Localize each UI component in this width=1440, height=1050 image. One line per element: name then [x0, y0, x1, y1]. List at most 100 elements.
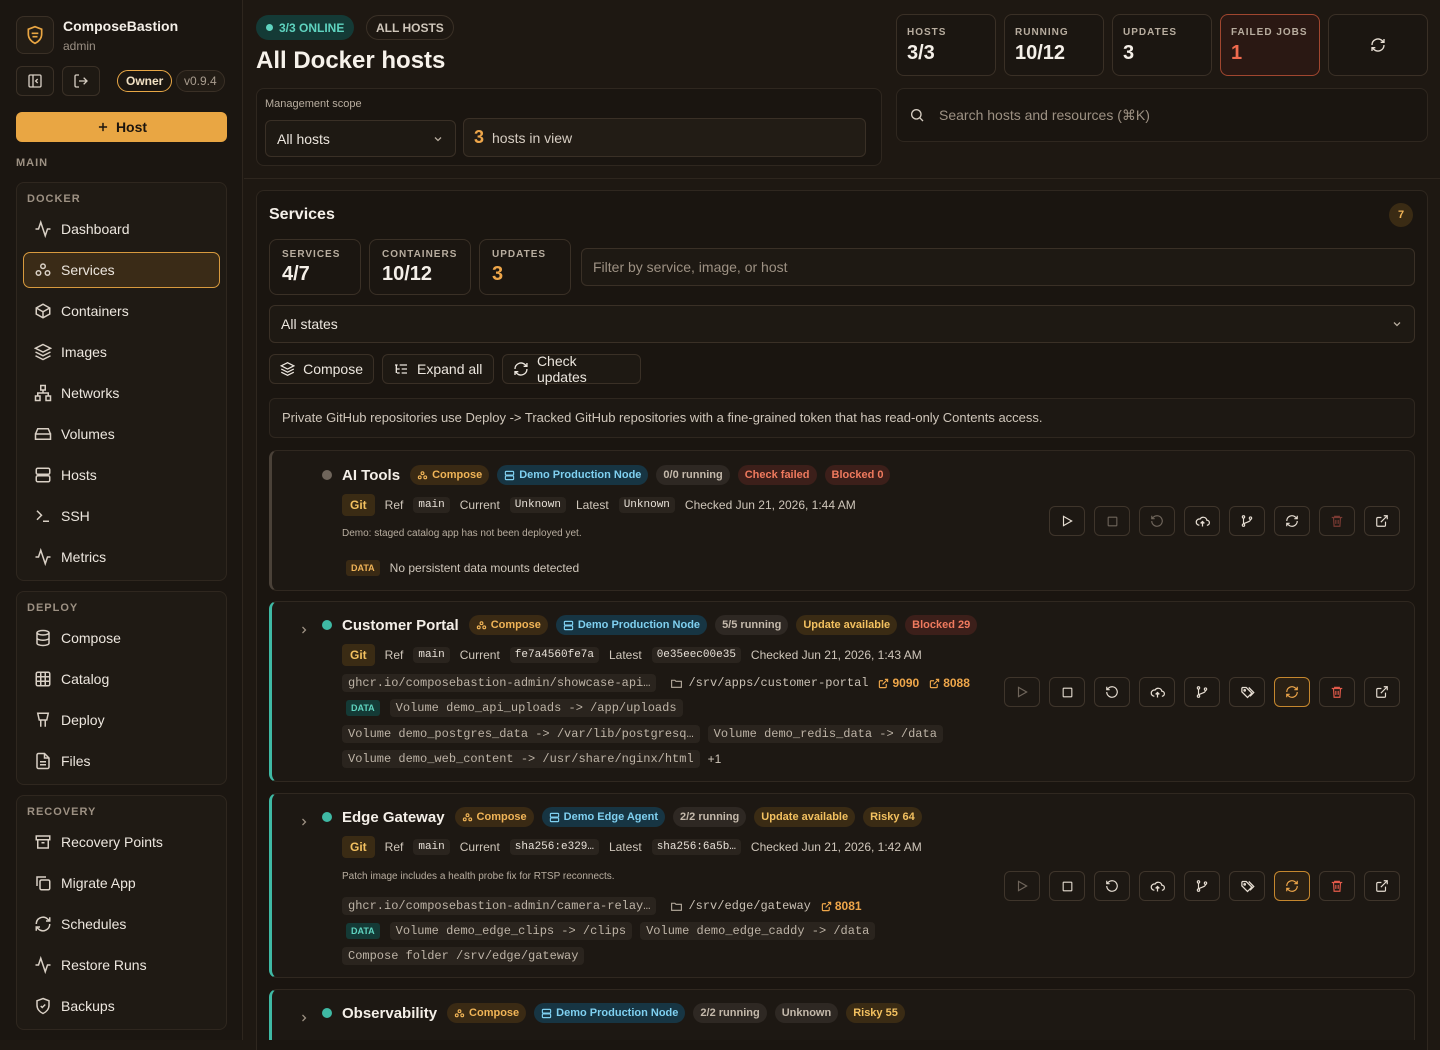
compose-button-label: Compose — [303, 361, 363, 377]
online-dot-icon — [266, 24, 273, 31]
play-icon — [1017, 880, 1028, 892]
restart-button[interactable] — [1094, 871, 1130, 901]
chevron-right-icon[interactable] — [298, 1012, 310, 1024]
check-updates-button[interactable]: Check updates — [502, 353, 641, 385]
deploy-button[interactable] — [1139, 677, 1175, 707]
nav-item-files[interactable]: Files — [23, 743, 220, 779]
nav-item-deploy[interactable]: Deploy — [23, 702, 220, 738]
service-card-customer-portal: Customer Portal Compose Demo Production … — [269, 601, 1415, 782]
start-button[interactable] — [1049, 506, 1085, 536]
update-button[interactable] — [1274, 677, 1310, 707]
brand: ComposeBastion admin — [16, 16, 178, 54]
nav-item-label: Backups — [61, 998, 115, 1014]
delete-button[interactable] — [1319, 506, 1355, 536]
nav-item-services[interactable]: Services — [23, 252, 220, 288]
data-tag: DATA — [346, 923, 380, 939]
nav-item-migrate-app[interactable]: Migrate App — [23, 865, 220, 901]
service-name[interactable]: Observability — [342, 1005, 437, 1022]
deploy-icon — [36, 712, 50, 727]
latest-label: Latest — [576, 498, 609, 512]
branch-button[interactable] — [1184, 871, 1220, 901]
chevron-right-icon[interactable] — [298, 816, 310, 828]
port-link[interactable]: 8081 — [821, 899, 862, 913]
nav-item-hosts[interactable]: Hosts — [23, 457, 220, 493]
tags-button[interactable] — [1229, 677, 1265, 707]
start-button[interactable] — [1004, 871, 1040, 901]
compose-path: /srv/edge/gateway — [688, 899, 811, 913]
nav-item-images[interactable]: Images — [23, 334, 220, 370]
nav-item-metrics[interactable]: Metrics — [23, 539, 220, 575]
scope-select[interactable]: All hosts — [265, 120, 456, 157]
service-actions — [1004, 871, 1400, 901]
ref-value: main — [413, 647, 450, 663]
nav-item-dashboard[interactable]: Dashboard — [23, 211, 220, 247]
delete-button[interactable] — [1319, 871, 1355, 901]
box-icon — [35, 303, 51, 319]
collapse-sidebar-button[interactable] — [16, 66, 54, 96]
nav-item-compose[interactable]: Compose — [23, 620, 220, 656]
expand-all-button[interactable]: Expand all — [382, 354, 494, 384]
node-tag[interactable]: Demo Production Node — [497, 465, 649, 485]
file-icon — [36, 752, 50, 770]
nav-item-recovery-points[interactable]: Recovery Points — [23, 824, 220, 860]
port-link[interactable]: 9090 — [878, 676, 919, 690]
check-updates-label: Check updates — [536, 353, 587, 385]
external-link-icon — [1376, 515, 1388, 527]
open-button[interactable] — [1364, 871, 1400, 901]
chevron-right-icon[interactable] — [298, 624, 310, 636]
restart-button[interactable] — [1139, 506, 1175, 536]
add-host-button[interactable]: Host — [16, 112, 227, 142]
chevron-down-icon — [434, 136, 442, 141]
stat-label: RUNNING — [1015, 27, 1069, 38]
stop-button[interactable] — [1049, 871, 1085, 901]
node-tag[interactable]: Demo Production Node — [534, 1003, 686, 1023]
port-link[interactable]: 8088 — [929, 676, 970, 690]
refresh-button[interactable] — [1328, 14, 1428, 76]
nav-item-backups[interactable]: Backups — [23, 988, 220, 1024]
delete-button[interactable] — [1319, 677, 1355, 707]
stop-button[interactable] — [1049, 677, 1085, 707]
nav-group-title: DOCKER — [27, 193, 81, 205]
logout-button[interactable] — [62, 66, 100, 96]
start-button[interactable] — [1004, 677, 1040, 707]
service-name[interactable]: AI Tools — [342, 467, 400, 484]
refresh-icon — [514, 362, 528, 376]
nav-item-label: Restore Runs — [61, 957, 147, 973]
state-select[interactable]: All states — [269, 305, 1415, 343]
restart-button[interactable] — [1094, 677, 1130, 707]
service-name[interactable]: Edge Gateway — [342, 809, 445, 826]
nav-item-volumes[interactable]: Volumes — [23, 416, 220, 452]
branch-button[interactable] — [1229, 506, 1265, 536]
compose-button[interactable]: Compose — [269, 354, 374, 384]
latest-value: sha256:6a5b… — [651, 839, 741, 855]
nav-item-catalog[interactable]: Catalog — [23, 661, 220, 697]
nav-item-label: Migrate App — [61, 875, 136, 891]
nav-item-ssh[interactable]: SSH — [23, 498, 220, 534]
node-tag[interactable]: Demo Production Node — [555, 615, 708, 635]
nav-item-schedules[interactable]: Schedules — [23, 906, 220, 942]
data-note: No persistent data mounts detected — [389, 561, 580, 575]
global-search[interactable]: Search hosts and resources (⌘K) — [896, 88, 1428, 142]
nav-item-networks[interactable]: Networks — [23, 375, 220, 411]
service-filter-input[interactable]: Filter by service, image, or host — [581, 248, 1415, 286]
stop-button[interactable] — [1094, 506, 1130, 536]
update-button[interactable] — [1274, 506, 1310, 536]
service-note: Patch image includes a health probe fix … — [342, 871, 615, 882]
branch-button[interactable] — [1184, 677, 1220, 707]
tags-button[interactable] — [1229, 871, 1265, 901]
risk-tag: Blocked 29 — [905, 615, 978, 635]
update-button[interactable] — [1274, 871, 1310, 901]
stat-label: UPDATES — [492, 249, 547, 260]
open-button[interactable] — [1364, 677, 1400, 707]
service-card-observability: Observability Compose Demo Production No… — [269, 989, 1415, 1040]
compose-tag: Compose — [410, 465, 490, 485]
service-name[interactable]: Customer Portal — [342, 617, 459, 634]
nav-item-containers[interactable]: Containers — [23, 293, 220, 329]
deploy-button[interactable] — [1139, 871, 1175, 901]
service-note: Demo: staged catalog app has not been de… — [342, 528, 582, 539]
deploy-button[interactable] — [1184, 506, 1220, 536]
stat-failed-jobs[interactable]: FAILED JOBS 1 — [1220, 14, 1320, 76]
open-button[interactable] — [1364, 506, 1400, 536]
nav-item-restore-runs[interactable]: Restore Runs — [23, 947, 220, 983]
node-tag[interactable]: Demo Edge Agent — [541, 807, 665, 827]
